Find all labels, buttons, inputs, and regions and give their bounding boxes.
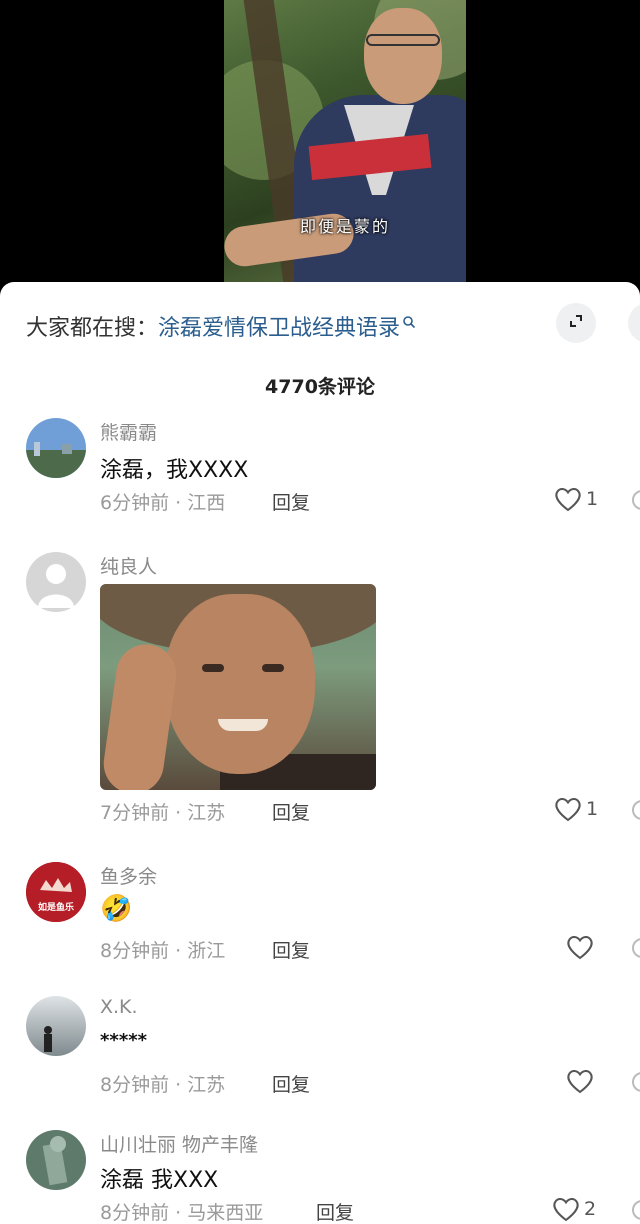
dislike-icon[interactable] (632, 490, 640, 510)
comment-text: 涂磊，我XXXX (100, 458, 249, 483)
reply-button[interactable]: 回复 (272, 798, 310, 825)
expand-icon (567, 312, 585, 334)
avatar[interactable] (26, 418, 86, 478)
comment-text: 涂磊 我XXX (100, 1168, 219, 1193)
avatar[interactable] (26, 1130, 86, 1190)
comment-time-location: 8分钟前 · 江苏 (100, 1074, 226, 1096)
heart-icon (567, 936, 593, 960)
comment-username[interactable]: 熊霸霸 (100, 418, 157, 445)
close-button[interactable] (628, 303, 640, 343)
comment-time-location: 7分钟前 · 江苏 (100, 802, 226, 824)
like-button[interactable]: 1 (554, 796, 598, 822)
heart-icon (555, 488, 581, 512)
comment-time-location: 8分钟前 · 浙江 (100, 940, 226, 962)
dislike-icon[interactable] (632, 938, 640, 958)
avatar[interactable] (26, 552, 86, 612)
video-frame: 即便是蒙的 (224, 0, 466, 290)
avatar-logo-text: 如是鱼乐 (37, 903, 74, 913)
like-button[interactable] (566, 1068, 598, 1094)
dislike-icon[interactable] (632, 800, 640, 820)
dislike-icon[interactable] (632, 1072, 640, 1092)
trending-search-link[interactable]: 涂磊爱情保卫战经典语录 (158, 316, 400, 341)
comment-image[interactable] (100, 584, 376, 790)
trending-search-prefix: 大家都在搜： (26, 316, 159, 341)
comment-username[interactable]: 鱼多余 (100, 862, 157, 889)
reply-button[interactable]: 回复 (272, 1070, 310, 1097)
comment-time-location: 6分钟前 · 江西 (100, 492, 226, 514)
like-button[interactable]: 1 (554, 486, 598, 512)
reply-button[interactable]: 回复 (316, 1198, 354, 1224)
reply-button[interactable]: 回复 (272, 936, 310, 963)
comment-username[interactable]: 山川壮丽 物产丰隆 (100, 1130, 258, 1157)
heart-icon (555, 798, 581, 822)
reply-button[interactable]: 回复 (272, 488, 310, 515)
dislike-icon[interactable] (632, 1200, 640, 1220)
like-button[interactable] (566, 934, 598, 960)
expand-button[interactable] (556, 303, 596, 343)
heart-icon (553, 1198, 579, 1222)
comment-sheet: 大家都在搜：涂磊爱情保卫战经典语录 4770条评论 熊霸霸 涂磊，我XXXX 6… (0, 282, 640, 1224)
comment-text: 🤣 (100, 894, 133, 924)
like-button[interactable]: 2 (552, 1196, 596, 1222)
search-icon (402, 310, 416, 335)
like-count: 2 (584, 1198, 597, 1220)
heart-icon (567, 1070, 593, 1094)
video-subtitle: 即便是蒙的 (299, 217, 390, 236)
comment-username[interactable]: 纯良人 (100, 552, 157, 579)
like-count: 1 (586, 798, 599, 820)
avatar[interactable]: 如是鱼乐 (26, 862, 86, 922)
trending-search[interactable]: 大家都在搜：涂磊爱情保卫战经典语录 (26, 310, 416, 342)
comment-username[interactable]: X.K. (100, 996, 138, 1018)
comment-text: ***** (100, 1030, 148, 1051)
comment-count: 4770条评论 (265, 376, 375, 398)
like-count: 1 (586, 488, 599, 510)
comment-time-location: 8分钟前 · 马来西亚 (100, 1202, 264, 1224)
video-player[interactable]: 即便是蒙的 (0, 0, 640, 290)
avatar[interactable] (26, 996, 86, 1056)
